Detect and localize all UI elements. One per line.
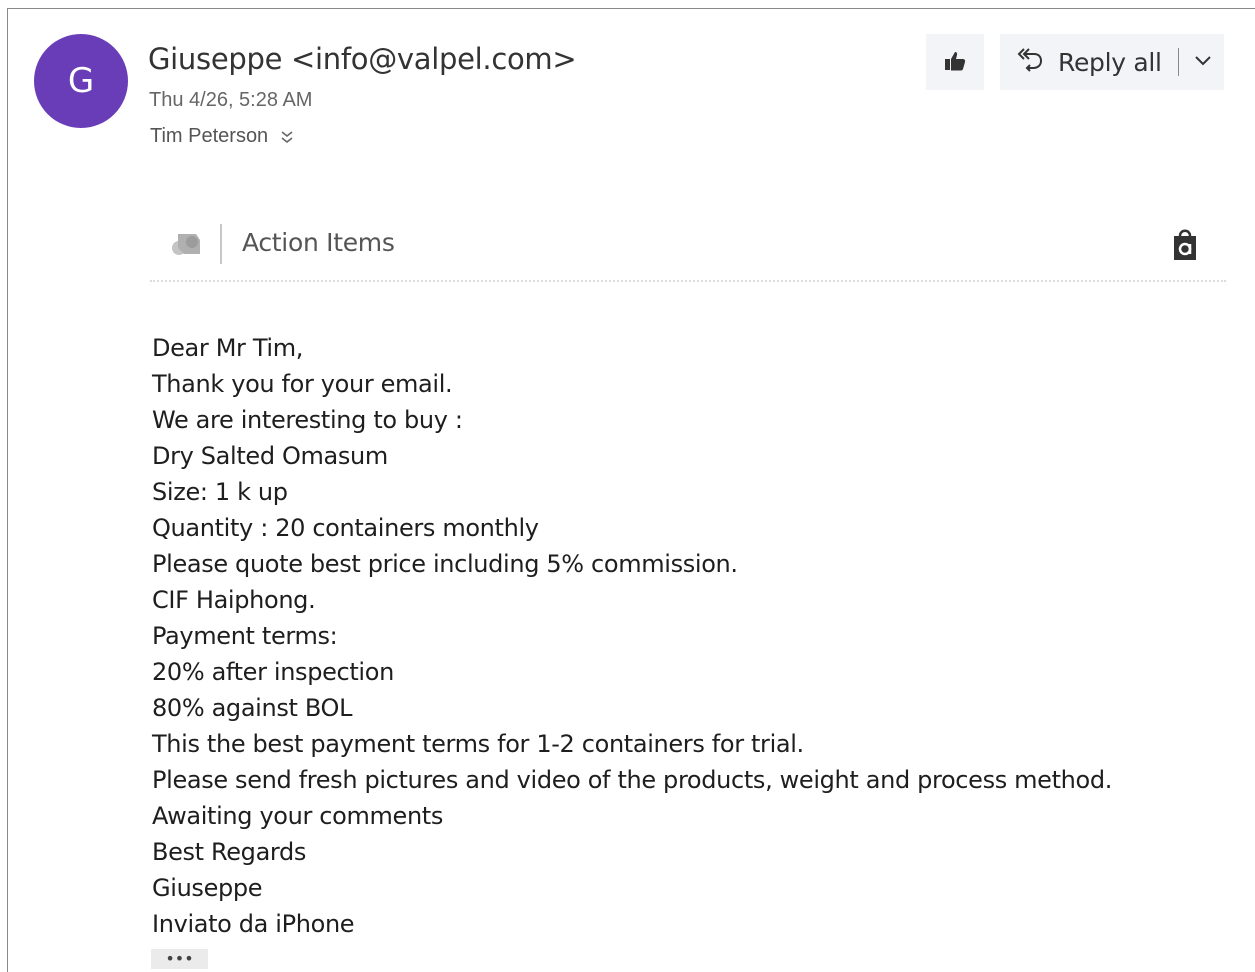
body-line: 20% after inspection bbox=[152, 658, 394, 686]
recipient-line[interactable]: Tim Peterson bbox=[150, 125, 296, 148]
expand-recipients-icon[interactable] bbox=[278, 128, 296, 146]
thumbs-up-icon bbox=[943, 50, 967, 75]
body-line: Payment terms: bbox=[152, 622, 338, 650]
show-more-button[interactable]: ••• bbox=[151, 949, 208, 969]
body-line: CIF Haiphong. bbox=[152, 586, 316, 614]
sent-date: Thu 4/26, 5:28 AM bbox=[149, 89, 313, 111]
body-line: We are interesting to buy : bbox=[152, 406, 463, 434]
avatar[interactable]: G bbox=[34, 34, 128, 128]
body-line: 80% against BOL bbox=[152, 694, 353, 722]
addin-bar: Action Items bbox=[150, 218, 1226, 282]
reply-all-label: Reply all bbox=[1058, 47, 1162, 77]
body-line: Please quote best price including 5% com… bbox=[152, 550, 738, 578]
addin-divider bbox=[220, 224, 222, 264]
message-body: Dear Mr Tim, Thank you for your email. W… bbox=[152, 330, 1232, 942]
avatar-initial: G bbox=[67, 61, 95, 101]
body-line: This the best payment terms for 1-2 cont… bbox=[152, 730, 804, 758]
action-items-label[interactable]: Action Items bbox=[242, 228, 395, 257]
store-bag-icon[interactable] bbox=[1170, 224, 1200, 264]
recipient-name: Tim Peterson bbox=[150, 125, 269, 147]
body-line: Please send fresh pictures and video of … bbox=[152, 766, 1113, 794]
body-line: Thank you for your email. bbox=[152, 370, 453, 398]
sender-name[interactable]: Giuseppe <info@valpel.com> bbox=[148, 42, 577, 76]
body-line: Quantity : 20 containers monthly bbox=[152, 514, 539, 542]
reply-divider bbox=[1177, 48, 1180, 76]
body-line: Best Regards bbox=[152, 838, 307, 866]
body-line: Dear Mr Tim, bbox=[152, 334, 304, 362]
body-line: Size: 1 k up bbox=[152, 478, 288, 506]
body-line: Awaiting your comments bbox=[152, 802, 444, 830]
addin-icon[interactable] bbox=[170, 228, 204, 258]
chevron-down-icon[interactable] bbox=[1193, 54, 1213, 71]
reply-all-icon bbox=[1016, 46, 1044, 79]
body-line: Giuseppe bbox=[152, 874, 263, 902]
body-line: Inviato da iPhone bbox=[152, 910, 355, 938]
body-line: Dry Salted Omasum bbox=[152, 442, 388, 470]
reply-all-button[interactable]: Reply all bbox=[1000, 34, 1224, 90]
like-button[interactable] bbox=[926, 34, 984, 90]
